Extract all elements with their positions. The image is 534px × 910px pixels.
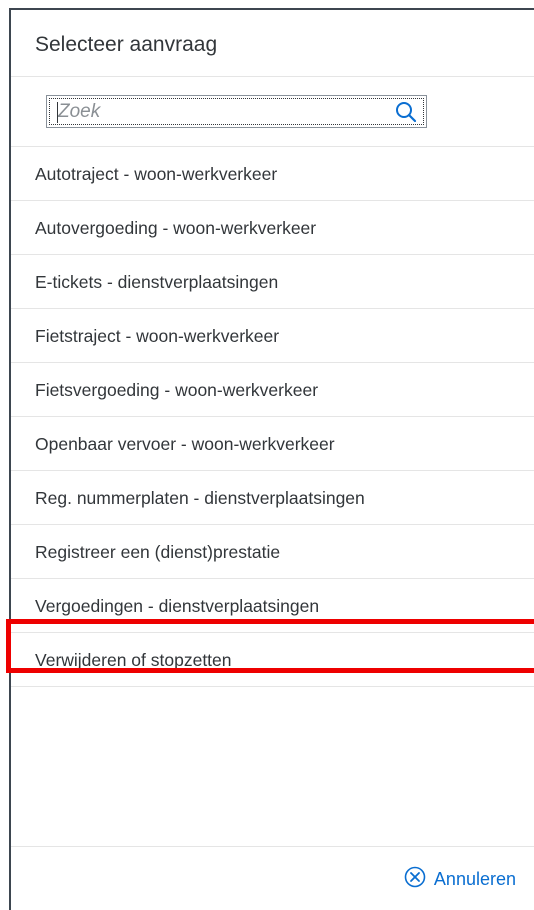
list-item-label: E-tickets - dienstverplaatsingen: [35, 272, 279, 292]
list-item-autovergoeding[interactable]: Autovergoeding - woon-werkverkeer: [11, 201, 534, 255]
select-request-dialog: Selecteer aanvraag Autotraject - woon-we…: [9, 8, 534, 910]
list-item-vergoedingen[interactable]: Vergoedingen - dienstverplaatsingen: [11, 579, 534, 633]
list-item-autotraject[interactable]: Autotraject - woon-werkverkeer: [11, 147, 534, 201]
list-item-label: Autovergoeding - woon-werkverkeer: [35, 218, 317, 238]
dialog-footer: Annuleren: [11, 846, 534, 910]
list-item-label: Fietsvergoeding - woon-werkverkeer: [35, 380, 319, 400]
list-item-label: Verwijderen of stopzetten: [35, 650, 232, 670]
list-item-e-tickets[interactable]: E-tickets - dienstverplaatsingen: [11, 255, 534, 309]
list-item-registreer-prestatie[interactable]: Registreer een (dienst)prestatie: [11, 525, 534, 579]
list-item-fietstraject[interactable]: Fietstraject - woon-werkverkeer: [11, 309, 534, 363]
text-caret: [57, 102, 58, 123]
list-item-label: Registreer een (dienst)prestatie: [35, 542, 281, 562]
cancel-button-label: Annuleren: [433, 868, 516, 889]
list-item-fietsvergoeding[interactable]: Fietsvergoeding - woon-werkverkeer: [11, 363, 534, 417]
search-icon[interactable]: [394, 100, 418, 124]
list-item-label: Autotraject - woon-werkverkeer: [35, 164, 278, 184]
request-list: Autotraject - woon-werkverkeer Autovergo…: [11, 147, 534, 687]
list-item-openbaar-vervoer[interactable]: Openbaar vervoer - woon-werkverkeer: [11, 417, 534, 471]
cancel-circle-icon: [404, 866, 426, 893]
search-input[interactable]: [58, 100, 378, 123]
list-item-reg-nummerplaten[interactable]: Reg. nummerplaten - dienstverplaatsingen: [11, 471, 534, 525]
list-item-label: Openbaar vervoer - woon-werkverkeer: [35, 434, 335, 454]
dialog-header: Selecteer aanvraag: [11, 10, 534, 77]
dialog-title: Selecteer aanvraag: [35, 33, 218, 56]
search-field[interactable]: [46, 95, 427, 128]
list-item-label: Vergoedingen - dienstverplaatsingen: [35, 596, 320, 616]
list-item-label: Reg. nummerplaten - dienstverplaatsingen: [35, 488, 365, 508]
list-item-verwijderen[interactable]: Verwijderen of stopzetten: [11, 633, 534, 687]
list-item-label: Fietstraject - woon-werkverkeer: [35, 326, 280, 346]
search-row: [11, 77, 534, 147]
cancel-button[interactable]: Annuleren: [404, 865, 516, 893]
